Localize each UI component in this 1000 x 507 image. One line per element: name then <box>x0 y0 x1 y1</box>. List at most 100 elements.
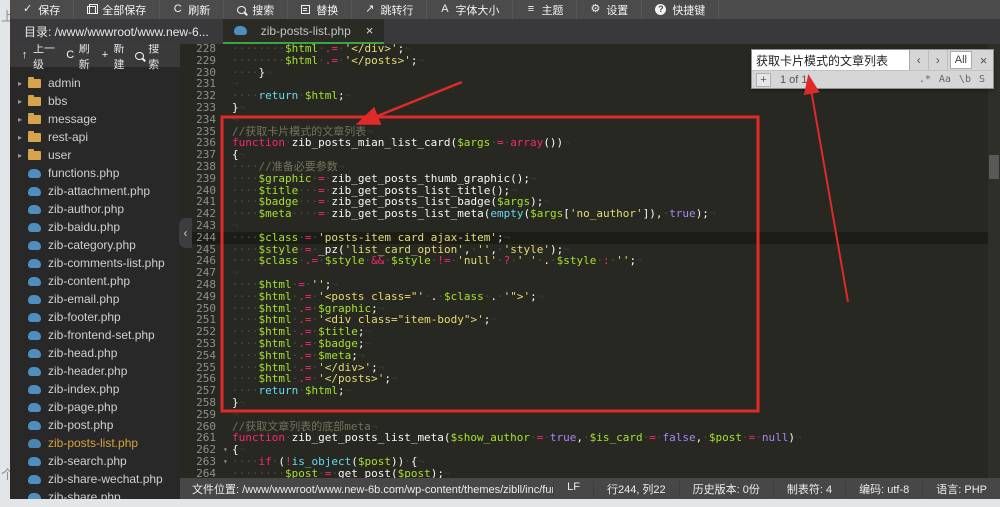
code-line[interactable]: 264········$post·=·get_post($post);¬ <box>180 468 988 478</box>
sidebar-file-zib-email.php[interactable]: zib-email.php <box>10 290 180 308</box>
code-line[interactable]: 242····$meta····=·zib_get_posts_list_met… <box>180 208 988 220</box>
code-line[interactable]: 236function·zib_posts_mian_list_card($ar… <box>180 137 988 149</box>
fold-marker <box>223 114 232 126</box>
fold-marker <box>223 244 232 256</box>
sidebar-folder-message[interactable]: ▸message <box>10 110 180 128</box>
sidebar-search-button[interactable]: 搜索 <box>135 44 170 72</box>
code-text: function·zib_posts_mian_list_card($args·… <box>232 137 988 149</box>
sidebar-file-zib-content.php[interactable]: zib-content.php <box>10 272 180 290</box>
php-file-icon <box>28 223 41 232</box>
font-size-button[interactable]: A字体大小 <box>427 0 513 19</box>
line-number: 253 <box>180 338 223 350</box>
file-location-label: 文件位置: <box>192 484 239 496</box>
sidebar-file-zib-frontend-set.php[interactable]: zib-frontend-set.php <box>10 326 180 344</box>
sidebar-file-zib-comments-list.php[interactable]: zib-comments-list.php <box>10 254 180 272</box>
php-file-icon <box>28 475 41 484</box>
sidebar-file-zib-attachment.php[interactable]: zib-attachment.php <box>10 182 180 200</box>
save-icon: ✓ <box>23 4 32 16</box>
search-prev-button[interactable]: ‹ <box>910 50 929 70</box>
fold-marker <box>223 385 232 397</box>
code-line[interactable]: 261function·zib_get_posts_list_meta($sho… <box>180 432 988 444</box>
sidebar-folder-user[interactable]: ▸user <box>10 146 180 164</box>
up-level-icon: ↑ <box>20 50 29 62</box>
search-selection-toggle[interactable]: S <box>979 74 985 85</box>
font-size-label: 字体大小 <box>455 2 499 18</box>
tab-zib-posts-list[interactable]: zib-posts-list.php × <box>223 19 385 44</box>
hotkeys-icon: ? <box>655 4 666 15</box>
sidebar-file-zib-baidu.php[interactable]: zib-baidu.php <box>10 218 180 236</box>
sidebar-file-zib-head.php[interactable]: zib-head.php <box>10 344 180 362</box>
settings-button[interactable]: ⚙设置 <box>577 0 642 19</box>
sidebar-file-zib-page.php[interactable]: zib-page.php <box>10 398 180 416</box>
folder-icon <box>28 151 41 160</box>
search-case-toggle[interactable]: Aa <box>939 74 951 85</box>
search-close-icon[interactable]: × <box>974 50 993 70</box>
search-all-button[interactable]: All <box>950 51 972 69</box>
code-line[interactable]: 233}¬ <box>180 102 988 114</box>
code-line[interactable]: 257····return·$html;¬ <box>180 385 988 397</box>
sidebar-file-zib-share.php[interactable]: zib-share.php <box>10 488 180 499</box>
file-tree: ▸admin▸bbs▸message ▸ rest-api ▸userfunction… <box>10 67 180 499</box>
vertical-scrollbar[interactable] <box>988 44 1000 478</box>
sidebar-refresh-button[interactable]: C刷新 <box>66 44 101 72</box>
fold-marker <box>223 326 232 338</box>
fold-marker <box>223 78 232 90</box>
php-file-icon <box>28 259 41 268</box>
php-file-icon <box>234 26 247 35</box>
php-file-icon <box>28 277 41 286</box>
sidebar-file-zib-category.php[interactable]: zib-category.php <box>10 236 180 254</box>
save-all-button[interactable]: 全部保存 <box>74 0 160 19</box>
code-line[interactable]: 232····return·$html;¬ <box>180 90 988 102</box>
php-file-icon <box>28 367 41 376</box>
php-file-icon <box>28 241 41 250</box>
sidebar-file-zib-post.php[interactable]: zib-post.php <box>10 416 180 434</box>
sidebar-file-zib-share-wechat.php[interactable]: zib-share-wechat.php <box>10 470 180 488</box>
folder-icon <box>28 133 41 142</box>
sidebar-new-button[interactable]: +新建 <box>100 44 135 72</box>
sidebar-folder-admin[interactable]: ▸admin <box>10 74 180 92</box>
code-editor[interactable]: 228········$html·.=·'</div>';¬229·······… <box>180 44 1000 478</box>
sidebar-file-zib-author.php[interactable]: zib-author.php <box>10 200 180 218</box>
settings-label: 设置 <box>606 2 628 18</box>
sidebar-folder-bbs[interactable]: ▸bbs <box>10 92 180 110</box>
search-word-toggle[interactable]: \b <box>959 74 971 85</box>
theme-button[interactable]: ≡主题 <box>513 0 577 19</box>
fold-marker <box>223 149 232 161</box>
sidebar-folder-rest-api[interactable]: ▸ rest-api <box>10 128 180 146</box>
code-line[interactable]: 246····$class·.=·$style·&&·$style·!=·'nu… <box>180 255 988 267</box>
replace-icon <box>301 5 310 14</box>
save-button[interactable]: ✓ 保存 <box>10 0 74 19</box>
refresh-button[interactable]: C刷新 <box>160 0 224 19</box>
sidebar-file-functions.php[interactable]: functions.php <box>10 164 180 182</box>
search-add-button[interactable]: + <box>756 73 771 87</box>
caret-icon: ▸ <box>18 133 28 142</box>
sidebar-up-level-button[interactable]: ↑上一级 <box>20 44 66 72</box>
search-button[interactable]: 搜索 <box>224 0 288 19</box>
code-line[interactable]: 258}¬ <box>180 397 988 409</box>
sidebar-collapse-handle[interactable]: ‹ <box>179 218 192 248</box>
hotkeys-button[interactable]: ?快捷键 <box>642 0 719 19</box>
replace-button[interactable]: 替换 <box>288 0 352 19</box>
code-text: }¬ <box>232 397 988 409</box>
sidebar-file-zib-posts-list.php[interactable]: zib-posts-list.php <box>10 434 180 452</box>
line-number: 238 <box>180 161 223 173</box>
search-input[interactable] <box>752 50 910 70</box>
sidebar-file-zib-search.php[interactable]: zib-search.php <box>10 452 180 470</box>
jump-line-button[interactable]: ↗跳转行 <box>352 0 427 19</box>
sidebar-file-zib-footer.php[interactable]: zib-footer.php <box>10 308 180 326</box>
fold-marker <box>223 267 232 279</box>
sidebar-file-zib-index.php[interactable]: zib-index.php <box>10 380 180 398</box>
status-item-2: 历史版本: 0份 <box>679 481 773 497</box>
sidebar-file-zib-header.php[interactable]: zib-header.php <box>10 362 180 380</box>
scrollbar-thumb[interactable] <box>989 155 999 179</box>
search-next-button[interactable]: › <box>929 50 948 70</box>
folder-label: rest-api <box>48 130 88 144</box>
caret-icon: ▸ <box>18 97 28 106</box>
fold-marker <box>223 432 232 444</box>
save-label: 保存 <box>38 2 60 18</box>
jump-line-label: 跳转行 <box>380 2 413 18</box>
code-text: ¬ <box>232 267 988 279</box>
search-regex-toggle[interactable]: .* <box>919 74 931 85</box>
tab-close-icon[interactable]: × <box>366 23 374 38</box>
fold-marker <box>223 291 232 303</box>
